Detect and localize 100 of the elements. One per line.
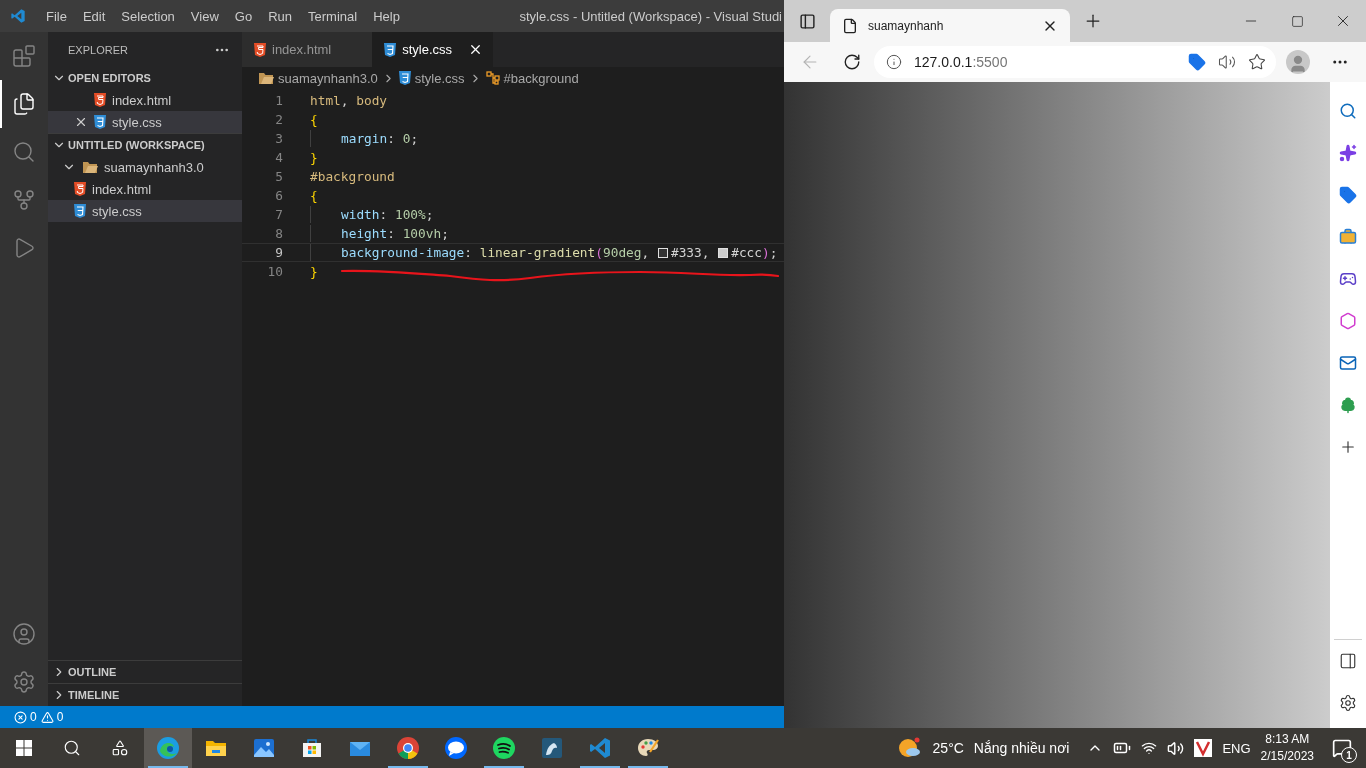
code-text: #background: [310, 169, 395, 184]
sidebar-toggle-icon[interactable]: [1339, 652, 1357, 670]
favorite-icon[interactable]: [1248, 53, 1266, 71]
code-text: height: 100vh;: [341, 226, 449, 241]
css-file-icon: [74, 204, 86, 218]
warning-icon: [40, 710, 54, 724]
section-header[interactable]: OUTLINE: [48, 661, 242, 683]
html-file-icon: [94, 93, 106, 107]
search-icon[interactable]: [1339, 102, 1357, 120]
breadcrumb[interactable]: suamaynhanh3.0: [278, 70, 378, 86]
tab-title: suamaynhanh: [868, 18, 945, 33]
file-name: suamaynhanh3.0: [104, 159, 204, 175]
menu-item[interactable]: View: [182, 8, 227, 24]
breadcrumb[interactable]: #background: [503, 70, 579, 86]
input-language[interactable]: ENG: [1222, 740, 1251, 756]
store-icon: [300, 736, 324, 760]
color-swatch[interactable]: [657, 247, 668, 258]
address-bar[interactable]: 127.0.0.1:5500: [874, 46, 1276, 78]
temperature: 25°C: [932, 740, 964, 756]
tag-icon[interactable]: [1339, 186, 1357, 204]
notification-badge: 1: [1341, 747, 1357, 763]
info-icon[interactable]: [886, 54, 902, 70]
spotify-icon: [492, 736, 516, 760]
volume-icon[interactable]: [1167, 739, 1185, 757]
code-text: background-image: linear-gradient(90deg,: [341, 245, 651, 260]
code-text: {: [310, 188, 318, 203]
error-icon: [14, 710, 27, 724]
files-icon: [12, 92, 36, 116]
refresh-icon[interactable]: [843, 53, 861, 71]
code-text: margin: 0;: [341, 131, 419, 146]
css-file-icon: [398, 71, 411, 85]
profile-avatar[interactable]: [1286, 50, 1310, 74]
browser-tab[interactable]: suamaynhanh: [830, 9, 1070, 42]
tree-icon[interactable]: [1339, 396, 1357, 414]
folder-row[interactable]: suamaynhanh3.0: [48, 156, 242, 178]
warnings-indicator[interactable]: 0: [40, 710, 64, 724]
tag-icon[interactable]: [1188, 53, 1206, 71]
code-text: html, body: [310, 93, 388, 108]
clock[interactable]: 8:13 AM 2/15/2023: [1260, 731, 1314, 765]
file-name: style.css: [92, 203, 142, 219]
page-icon: [842, 17, 858, 34]
line-number: 8: [274, 226, 283, 241]
color-swatch[interactable]: [718, 247, 729, 258]
menu-item[interactable]: Help: [365, 8, 408, 24]
menu-item[interactable]: Edit: [74, 8, 114, 24]
windows-logo-icon: [16, 740, 32, 756]
section-header[interactable]: UNTITLED (WORKSPACE): [48, 134, 242, 156]
file-row[interactable]: index.html: [48, 89, 242, 111]
office-icon[interactable]: [1339, 312, 1357, 330]
sparkle-icon[interactable]: [1339, 144, 1357, 162]
file-row[interactable]: style.css: [48, 111, 242, 133]
settings-icon[interactable]: [1339, 694, 1357, 712]
code-text: }: [310, 264, 318, 279]
css-file-icon: [384, 42, 397, 57]
line-number: 6: [274, 188, 283, 203]
search-icon: [63, 739, 81, 757]
sidebar-title: EXPLORER: [68, 43, 128, 56]
maximize-icon[interactable]: [1290, 14, 1304, 28]
tab-actions-icon[interactable]: [798, 12, 816, 30]
file-row[interactable]: index.html: [48, 178, 242, 200]
line-number: 3: [274, 131, 283, 146]
source-control-icon: [12, 188, 36, 212]
file-row[interactable]: style.css: [48, 200, 242, 222]
class-symbol-icon: [485, 71, 500, 85]
line-number: 9: [274, 245, 283, 260]
app-tray-icon[interactable]: [1194, 739, 1213, 757]
section-header[interactable]: OPEN EDITORS: [48, 67, 242, 89]
add-icon[interactable]: [1339, 438, 1357, 456]
photos-icon: [252, 736, 276, 760]
extensions-icon: [12, 44, 36, 68]
folder-icon: [258, 71, 274, 85]
errors-indicator[interactable]: 0: [14, 710, 37, 724]
line-number: 2: [274, 112, 283, 127]
menu-item[interactable]: Go: [226, 8, 261, 24]
editor-tab[interactable]: style.css: [372, 32, 494, 67]
code-text: #ccc);: [731, 245, 778, 260]
section-header[interactable]: TIMELINE: [48, 684, 242, 706]
line-number: 10: [266, 264, 283, 279]
editor-tab[interactable]: index.html: [242, 32, 373, 67]
line-number: 1: [274, 93, 283, 108]
file-name: index.html: [92, 181, 152, 197]
vscode-icon: [588, 736, 612, 760]
notifications-icon[interactable]: [1332, 738, 1352, 758]
weather-condition: Nắng nhiều nơi: [973, 740, 1070, 756]
menu-item[interactable]: File: [38, 8, 75, 24]
chat-app-icon: [444, 736, 468, 760]
close-icon[interactable]: [74, 115, 88, 129]
game-icon[interactable]: [1339, 270, 1357, 288]
toolbox-icon[interactable]: [1339, 228, 1357, 246]
menu-item[interactable]: Terminal: [300, 8, 366, 24]
menu-item[interactable]: Run: [260, 8, 300, 24]
menu-item[interactable]: Selection: [113, 8, 183, 24]
mail-icon[interactable]: [1339, 354, 1357, 372]
breadcrumb[interactable]: style.css: [414, 70, 465, 86]
line-number: 5: [274, 169, 283, 184]
wifi-icon[interactable]: [1141, 740, 1158, 756]
code-text: {: [310, 112, 318, 127]
html-file-icon: [254, 42, 266, 57]
line-number: 4: [274, 150, 283, 165]
weather-icon: [896, 736, 923, 760]
